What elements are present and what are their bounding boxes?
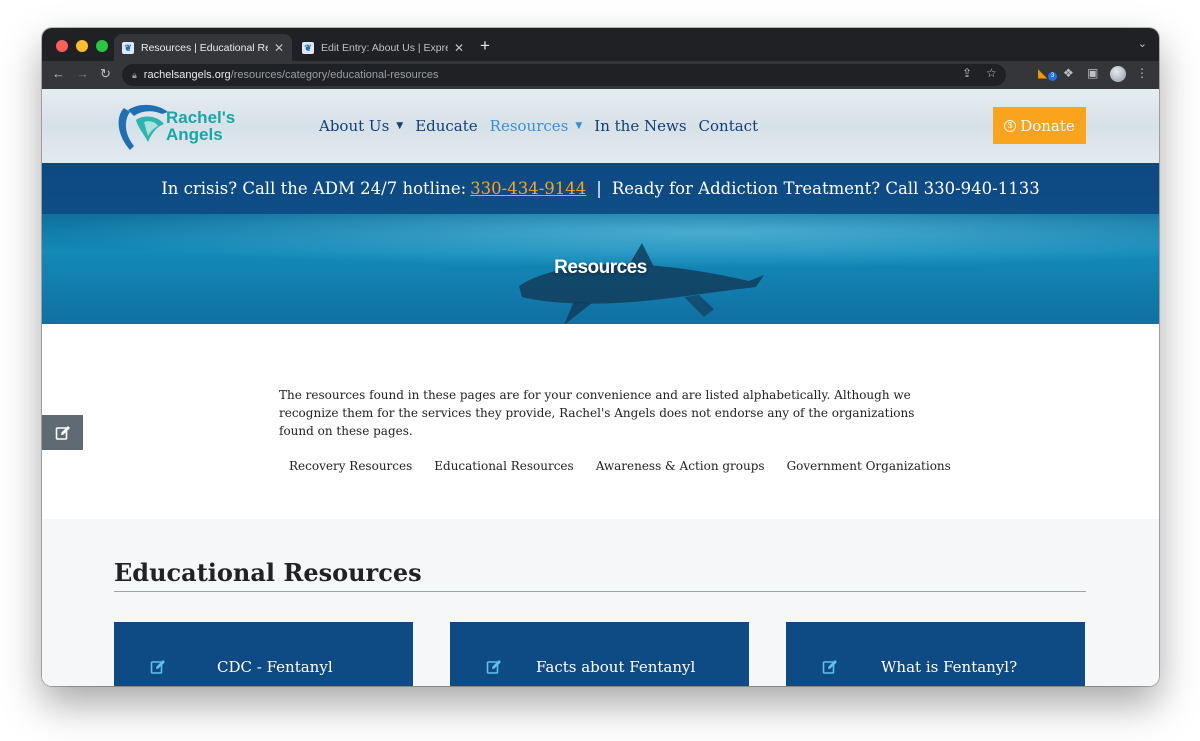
site-header: Rachel's Angels About Us ▼ Educate Resou… <box>42 89 1159 163</box>
site-favicon-icon: ❦ <box>302 41 314 54</box>
edit-icon <box>150 660 165 674</box>
resource-card-title: What is Fentanyl? <box>881 658 1018 676</box>
tab-resources[interactable]: ❦ Resources | Educational Resou ✕ <box>114 34 292 61</box>
section-title: Educational Resources <box>114 558 422 587</box>
category-link-educational[interactable]: Educational Resources <box>434 459 573 473</box>
nav-label: Contact <box>698 117 759 135</box>
lock-icon: 🔒︎ <box>132 69 137 80</box>
hero-banner: In crisis? Call the ADM 24/7 hotline: 33… <box>42 163 1159 324</box>
resource-card[interactable]: CDC - Fentanyl <box>114 622 413 686</box>
logo-wordmark[interactable]: Rachel's Angels <box>166 109 235 143</box>
profile-avatar[interactable] <box>1110 66 1126 82</box>
resources-section: Educational Resources CDC - Fentanyl Fac… <box>42 519 1159 686</box>
edit-icon <box>55 425 70 440</box>
hotline-phone-link[interactable]: 330-434-9144 <box>470 179 586 198</box>
category-link-awareness[interactable]: Awareness & Action groups <box>596 459 765 473</box>
resource-card-title: CDC - Fentanyl <box>217 658 333 676</box>
nav-item-educate[interactable]: Educate <box>415 117 477 135</box>
forward-arrow-icon[interactable]: → <box>76 66 89 81</box>
caret-down-icon: ▼ <box>396 121 404 131</box>
back-arrow-icon[interactable]: ← <box>52 66 65 81</box>
browser-menu-icon[interactable]: ⋮ <box>1136 66 1148 80</box>
category-link-recovery[interactable]: Recovery Resources <box>289 459 412 473</box>
nav-item-about-us[interactable]: About Us ▼ <box>319 117 403 135</box>
dollar-coin-icon: $ <box>1004 119 1017 132</box>
nav-label: Resources <box>489 117 569 135</box>
extension-badge: 3 <box>1048 72 1057 81</box>
hotline-prefix: In crisis? Call the ADM 24/7 hotline: <box>161 179 467 198</box>
close-tab-icon[interactable]: ✕ <box>274 41 284 55</box>
zoom-window-button[interactable] <box>96 40 108 52</box>
resource-card[interactable]: What is Fentanyl? <box>786 622 1085 686</box>
caret-down-icon: ▼ <box>575 121 583 131</box>
tab-bar: ❦ Resources | Educational Resou ✕ ❦ Edit… <box>42 28 1159 61</box>
browser-toolbar: ← → ↻ 🔒︎ rachelsangels.org/resources/cat… <box>42 61 1159 89</box>
new-tab-button[interactable]: + <box>480 36 490 56</box>
tab-search-chevron-icon[interactable]: ⌄ <box>1138 37 1147 50</box>
edit-icon <box>486 660 501 674</box>
close-tab-icon[interactable]: ✕ <box>454 41 464 55</box>
hotline-separator: | <box>596 179 602 198</box>
tab-title: Edit Entry: About Us | Expressi <box>321 41 448 54</box>
url-host: rachelsangels.org <box>143 69 231 81</box>
logo-line-1: Rachel's <box>166 108 236 127</box>
browser-window: ❦ Resources | Educational Resou ✕ ❦ Edit… <box>42 28 1159 686</box>
intro-text: The resources found in these pages are f… <box>279 388 915 438</box>
share-icon[interactable]: ⇪ <box>962 66 972 80</box>
edit-page-button[interactable] <box>42 415 83 450</box>
close-window-button[interactable] <box>56 40 68 52</box>
nav-label: In the News <box>594 117 687 135</box>
site-favicon-icon: ❦ <box>122 41 134 54</box>
address-bar[interactable]: 🔒︎ rachelsangels.org/resources/category/… <box>122 64 1006 86</box>
edit-icon <box>822 660 837 674</box>
resource-card[interactable]: Facts about Fentanyl <box>450 622 749 686</box>
side-panel-icon[interactable]: ▣ <box>1087 66 1098 80</box>
tab-edit-entry[interactable]: ❦ Edit Entry: About Us | Expressi ✕ <box>294 34 472 61</box>
nav-item-contact[interactable]: Contact <box>699 117 759 135</box>
donate-label: Donate <box>1020 116 1075 135</box>
crisis-hotline-bar: In crisis? Call the ADM 24/7 hotline: 33… <box>42 163 1159 214</box>
nav-label: Educate <box>415 117 478 135</box>
donate-button[interactable]: $ Donate <box>993 107 1086 144</box>
window-controls <box>56 40 108 52</box>
page-title: Resources <box>554 257 647 278</box>
web-page: Rachel's Angels About Us ▼ Educate Resou… <box>42 89 1159 686</box>
nav-item-in-the-news[interactable]: In the News <box>594 117 686 135</box>
treatment-hotline-text: Ready for Addiction Treatment? Call 330-… <box>611 179 1040 198</box>
reload-icon[interactable]: ↻ <box>100 66 111 82</box>
main-nav: About Us ▼ Educate Resources ▼ In the Ne… <box>319 117 758 135</box>
logo-line-2: Angels <box>166 125 223 144</box>
resource-category-nav: Recovery Resources Educational Resources… <box>289 459 951 473</box>
bookmark-star-icon[interactable]: ☆ <box>986 66 997 80</box>
url-path: /resources/category/educational-resource… <box>230 69 439 81</box>
tab-title: Resources | Educational Resou <box>141 41 268 54</box>
minimize-window-button[interactable] <box>76 40 88 52</box>
rss-extension-icon[interactable]: ◣ <box>1038 66 1047 80</box>
nav-label: About Us <box>319 117 390 135</box>
nav-item-resources[interactable]: Resources ▼ <box>490 117 583 135</box>
resource-card-title: Facts about Fentanyl <box>536 658 696 676</box>
category-link-government[interactable]: Government Organizations <box>787 459 951 473</box>
extensions-puzzle-icon[interactable]: ❖ <box>1063 66 1074 80</box>
section-divider <box>114 591 1086 592</box>
